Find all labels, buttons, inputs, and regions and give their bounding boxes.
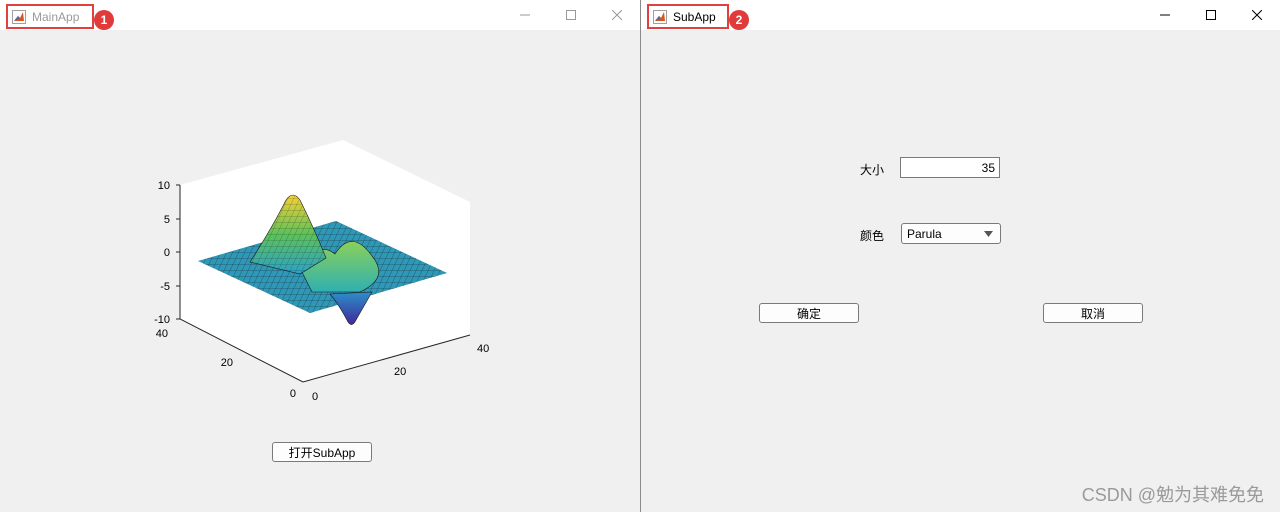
color-selected-value: Parula: [907, 226, 942, 241]
close-button[interactable]: [594, 0, 640, 30]
sub-window-title: SubApp: [673, 9, 716, 24]
maximize-button[interactable]: [548, 0, 594, 30]
z-tick-label: -10: [154, 314, 170, 326]
x-tick-label: 40: [477, 343, 489, 355]
sub-titlebar[interactable]: SubApp 2: [641, 0, 1280, 30]
sub-app-window: SubApp 2 大小 35 颜色 Parula 确定 取消: [640, 0, 1280, 512]
maximize-icon: [566, 10, 576, 20]
y-tick-label: 20: [221, 357, 233, 369]
x-tick-label: 20: [394, 366, 406, 378]
annotation-badge-1: 1: [94, 10, 114, 30]
minimize-button[interactable]: [502, 0, 548, 30]
y-tick-label: 0: [290, 388, 296, 400]
minimize-button[interactable]: [1142, 0, 1188, 30]
minimize-icon: [520, 14, 530, 16]
main-window-controls: [502, 0, 640, 30]
watermark: CSDN @勉为其难免免: [1081, 485, 1264, 505]
color-label: 颜色: [860, 229, 885, 243]
size-input[interactable]: 35: [900, 157, 1000, 178]
ok-button[interactable]: 确定: [759, 303, 859, 323]
matlab-icon: [653, 9, 667, 24]
main-app-window: MainApp 1 10 5 0 -5 -10 40 20 0 0 20 40 …: [0, 0, 640, 512]
open-subapp-button[interactable]: 打开SubApp: [272, 442, 372, 462]
z-tick-label: 0: [164, 247, 170, 259]
y-tick-label: 40: [156, 328, 168, 340]
close-icon: [612, 10, 622, 20]
main-window-title: MainApp: [32, 9, 80, 24]
z-tick-label: 5: [164, 214, 170, 226]
sub-window-controls: [1142, 0, 1280, 30]
z-tick-label: 10: [158, 180, 170, 192]
main-title-highlight: MainApp: [6, 4, 94, 29]
close-icon: [1252, 10, 1262, 20]
sub-title-highlight: SubApp: [647, 4, 729, 29]
x-tick-label: 0: [312, 391, 318, 403]
close-button[interactable]: [1234, 0, 1280, 30]
size-value: 35: [981, 160, 995, 175]
surface-plot[interactable]: 10 5 0 -5 -10 40 20 0 0 20 40: [0, 30, 640, 512]
color-dropdown[interactable]: Parula: [901, 223, 1001, 244]
z-axis-ticks: 10 5 0 -5 -10: [154, 180, 180, 326]
minimize-icon: [1160, 14, 1170, 16]
annotation-badge-2: 2: [729, 10, 749, 30]
size-label: 大小: [860, 163, 885, 177]
matlab-icon: [12, 9, 26, 24]
cancel-button[interactable]: 取消: [1043, 303, 1143, 323]
main-titlebar[interactable]: MainApp 1: [0, 0, 640, 30]
maximize-button[interactable]: [1188, 0, 1234, 30]
maximize-icon: [1206, 10, 1216, 20]
dropdown-arrow-icon: [984, 231, 993, 237]
z-tick-label: -5: [160, 281, 170, 293]
